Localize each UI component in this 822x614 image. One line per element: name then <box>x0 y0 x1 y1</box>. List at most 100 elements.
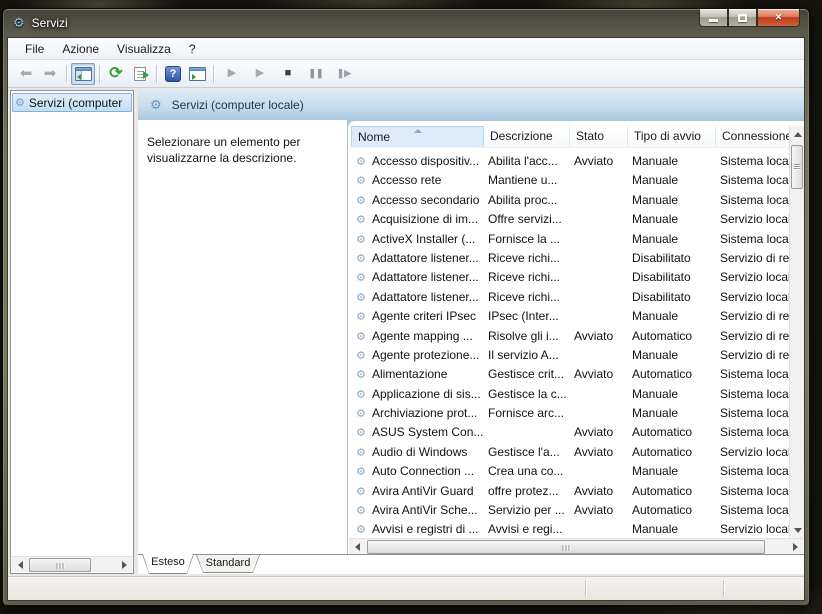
client-area: FileAzioneVisualizza? ⬅ ➡ ⟳ ? ▶ ▶ ■ <box>7 37 805 601</box>
service-name: Accesso rete <box>372 173 483 187</box>
tree-horizontal-scrollbar[interactable] <box>12 556 132 572</box>
service-status: Avviato <box>574 367 627 381</box>
back-button[interactable]: ⬅ <box>14 63 38 85</box>
thumb-grip-icon <box>563 545 570 551</box>
tree-item-services[interactable]: ⚙ Servizi (computer <box>12 93 132 112</box>
service-row[interactable]: ⚙Avira AntiVir Sche...Servizio per ...Av… <box>351 501 789 520</box>
service-description: IPsec (Inter... <box>488 309 569 323</box>
scroll-right-button[interactable] <box>116 557 132 573</box>
tab-esteso[interactable]: Esteso <box>142 554 194 574</box>
service-row[interactable]: ⚙Acquisizione di im...Offre servizi...Ma… <box>351 210 789 229</box>
scroll-left-button[interactable] <box>12 557 28 573</box>
service-name: ActiveX Installer (... <box>372 232 483 246</box>
scroll-left-button[interactable] <box>349 539 365 555</box>
titlebar[interactable]: ⚙ Servizi <box>3 9 809 37</box>
resume-service-button[interactable]: ▶ <box>248 63 272 85</box>
service-row[interactable]: ⚙Adattatore listener...Riceve richi...Di… <box>351 288 789 307</box>
service-gear-icon: ⚙ <box>356 368 366 381</box>
service-gear-icon: ⚙ <box>356 426 366 439</box>
scroll-right-button[interactable] <box>787 539 803 555</box>
menu-item-azione[interactable]: Azione <box>53 39 108 59</box>
service-startup-type: Manuale <box>632 212 715 226</box>
service-description: Risolve gli i... <box>488 329 569 343</box>
console-tree-panel: ⚙ Servizi (computer <box>10 90 134 574</box>
service-row[interactable]: ⚙Adattatore listener...Riceve richi...Di… <box>351 268 789 287</box>
service-row[interactable]: ⚙Applicazione di sis...Gestisce la c...M… <box>351 385 789 404</box>
service-logon-as: Servizio di rete <box>720 309 789 323</box>
service-name: Avvisi e registri di ... <box>372 522 483 536</box>
scrollbar-thumb[interactable] <box>367 540 765 554</box>
service-logon-as: Servizio locale <box>720 445 789 459</box>
minimize-icon <box>709 19 718 22</box>
close-button[interactable]: ✕ <box>757 9 800 27</box>
service-startup-type: Manuale <box>632 309 715 323</box>
menu-item-visualizza[interactable]: Visualizza <box>108 39 180 59</box>
column-header-descrizione[interactable]: Descrizione <box>484 126 570 147</box>
service-description: Il servizio A... <box>488 348 569 362</box>
column-header-stato[interactable]: Stato <box>570 126 628 147</box>
show-console-tree-button[interactable] <box>71 63 95 85</box>
service-gear-icon: ⚙ <box>356 155 366 168</box>
extended-view-button[interactable] <box>185 63 209 85</box>
service-row[interactable]: ⚙Auto Connection ...Crea una co...Manual… <box>351 462 789 481</box>
tree-item-label: Servizi (computer <box>29 96 122 110</box>
service-row[interactable]: ⚙Archiviazione prot...Fornisce arc...Man… <box>351 404 789 423</box>
column-header-tipo-di-avvio[interactable]: Tipo di avvio <box>628 126 716 147</box>
stop-service-button[interactable]: ■ <box>276 63 300 85</box>
service-row[interactable]: ⚙ASUS System Con...AvviatoAutomaticoSist… <box>351 423 789 442</box>
service-row[interactable]: ⚙Adattatore listener...Riceve richi...Di… <box>351 249 789 268</box>
minimize-button[interactable] <box>699 9 728 27</box>
service-row[interactable]: ⚙Accesso reteMantiene u...ManualeSistema… <box>351 171 789 190</box>
forward-icon: ➡ <box>44 66 57 81</box>
export-list-button[interactable] <box>128 63 152 85</box>
service-row[interactable]: ⚙Agente protezione...Il servizio A...Man… <box>351 346 789 365</box>
service-description: Fornisce la ... <box>488 232 569 246</box>
restart-service-button[interactable]: ❚▶ <box>332 63 356 85</box>
service-row[interactable]: ⚙Accesso dispositiv...Abilita l'acc...Av… <box>351 152 789 171</box>
services-list-panel: NomeDescrizioneStatoTipo di avvioConness… <box>347 120 804 554</box>
sort-ascending-icon <box>414 129 422 133</box>
column-header-connessione[interactable]: Connessione <box>716 126 789 147</box>
service-logon-as: Servizio locale <box>720 270 789 284</box>
service-gear-icon: ⚙ <box>356 233 366 246</box>
service-row[interactable]: ⚙Avira AntiVir Guardoffre protez...Avvia… <box>351 482 789 501</box>
scroll-down-button[interactable] <box>790 522 804 538</box>
service-row[interactable]: ⚙Audio di WindowsGestisce l'a...AvviatoA… <box>351 443 789 462</box>
service-logon-as: Servizio di rete <box>720 329 789 343</box>
service-logon-as: Sistema locale <box>720 464 789 478</box>
thumb-grip-icon <box>57 563 64 569</box>
service-startup-type: Automatico <box>632 484 715 498</box>
start-service-button[interactable]: ▶ <box>220 63 244 85</box>
service-row[interactable]: ⚙AlimentazioneGestisce crit...AvviatoAut… <box>351 365 789 384</box>
pause-service-button[interactable]: ❚❚ <box>304 63 328 85</box>
scrollbar-thumb[interactable] <box>29 558 91 572</box>
service-row[interactable]: ⚙Agente criteri IPsecIPsec (Inter...Manu… <box>351 307 789 326</box>
menu-item-file[interactable]: File <box>16 39 53 59</box>
menu-item-[interactable]: ? <box>180 39 205 59</box>
service-gear-icon: ⚙ <box>356 213 366 226</box>
toolbar-separator <box>99 65 100 83</box>
maximize-button[interactable] <box>728 9 757 27</box>
window-controls: ✕ <box>699 9 800 27</box>
service-gear-icon: ⚙ <box>356 407 366 420</box>
resume-icon: ▶ <box>256 68 264 79</box>
tab-standard[interactable]: Standard <box>196 555 260 573</box>
list-vertical-scrollbar[interactable] <box>789 126 804 538</box>
scrollbar-thumb[interactable] <box>791 145 803 189</box>
service-startup-type: Manuale <box>632 406 715 420</box>
services-gear-icon: ⚙ <box>15 96 25 109</box>
forward-button[interactable]: ➡ <box>38 63 62 85</box>
refresh-button[interactable]: ⟳ <box>104 63 128 85</box>
service-name: Acquisizione di im... <box>372 212 483 226</box>
service-row[interactable]: ⚙Agente mapping ...Risolve gli i...Avvia… <box>351 327 789 346</box>
column-header-nome[interactable]: Nome <box>351 126 484 147</box>
service-row[interactable]: ⚙Accesso secondarioAbilita proc...Manual… <box>351 191 789 210</box>
service-startup-type: Manuale <box>632 193 715 207</box>
service-gear-icon: ⚙ <box>356 349 366 362</box>
help-button[interactable]: ? <box>161 63 185 85</box>
service-row[interactable]: ⚙ActiveX Installer (...Fornisce la ...Ma… <box>351 230 789 249</box>
list-horizontal-scrollbar[interactable] <box>349 538 803 554</box>
scroll-up-button[interactable] <box>790 126 804 142</box>
service-row[interactable]: ⚙Avvisi e registri di ...Avvisi e regi..… <box>351 520 789 538</box>
maximize-icon <box>738 14 747 22</box>
